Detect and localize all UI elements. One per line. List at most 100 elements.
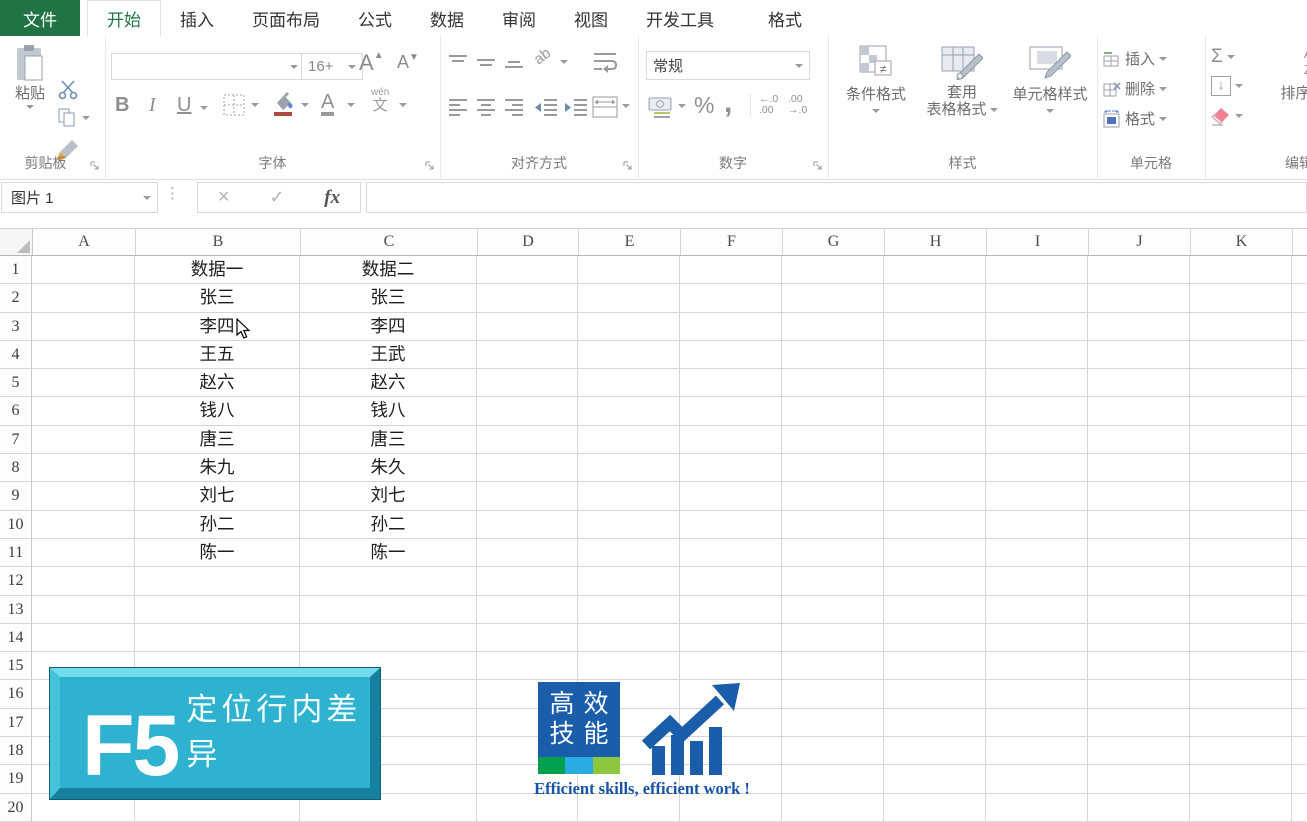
cell-F2[interactable] bbox=[680, 284, 782, 312]
cell-B8[interactable]: 朱九 bbox=[135, 454, 300, 482]
cell-I15[interactable] bbox=[986, 652, 1088, 680]
cell-I8[interactable] bbox=[986, 454, 1088, 482]
fill-dropdown[interactable] bbox=[1235, 84, 1243, 88]
row-header-8[interactable]: 8 bbox=[0, 454, 32, 482]
number-dialog-launcher-icon[interactable] bbox=[813, 161, 823, 171]
cell-partial-6[interactable] bbox=[1292, 397, 1306, 425]
cell-H14[interactable] bbox=[884, 624, 986, 652]
percent-button[interactable]: % bbox=[694, 92, 714, 119]
cell-styles-button[interactable]: 单元格样式 bbox=[1006, 44, 1094, 113]
cell-I20[interactable] bbox=[986, 794, 1088, 822]
row-header-14[interactable]: 14 bbox=[0, 624, 32, 652]
row-header-2[interactable]: 2 bbox=[0, 284, 32, 312]
cell-B14[interactable] bbox=[135, 624, 300, 652]
cell-I7[interactable] bbox=[986, 426, 1088, 454]
cell-partial-11[interactable] bbox=[1292, 539, 1306, 567]
cell-partial-12[interactable] bbox=[1292, 567, 1306, 595]
paste-button[interactable]: 粘贴 bbox=[8, 44, 52, 109]
copy-button[interactable] bbox=[58, 108, 76, 128]
cell-F5[interactable] bbox=[680, 369, 782, 397]
cell-D13[interactable] bbox=[477, 596, 578, 624]
autosum-dropdown[interactable] bbox=[1227, 55, 1235, 59]
row-header-4[interactable]: 4 bbox=[0, 341, 32, 369]
cell-G14[interactable] bbox=[782, 624, 884, 652]
cell-H13[interactable] bbox=[884, 596, 986, 624]
cell-K18[interactable] bbox=[1190, 737, 1292, 765]
cell-A6[interactable] bbox=[32, 397, 135, 425]
cell-E12[interactable] bbox=[578, 567, 680, 595]
row-header-15[interactable]: 15 bbox=[0, 652, 32, 680]
formula-bar-resize-handle[interactable]: ⋮ bbox=[165, 184, 180, 202]
cell-A11[interactable] bbox=[32, 539, 135, 567]
cell-K14[interactable] bbox=[1190, 624, 1292, 652]
phonetic-button[interactable]: wén 文 bbox=[371, 88, 389, 113]
row-header-17[interactable]: 17 bbox=[0, 709, 32, 737]
clear-dropdown[interactable] bbox=[1235, 114, 1243, 118]
cell-partial-7[interactable] bbox=[1292, 426, 1306, 454]
row-header-5[interactable]: 5 bbox=[0, 369, 32, 397]
cell-B10[interactable]: 孙二 bbox=[135, 511, 300, 539]
delete-cells-dropdown[interactable] bbox=[1159, 87, 1167, 91]
cell-C14[interactable] bbox=[300, 624, 477, 652]
cell-D4[interactable] bbox=[477, 341, 578, 369]
cell-K5[interactable] bbox=[1190, 369, 1292, 397]
column-header-A[interactable]: A bbox=[33, 229, 136, 255]
cell-E2[interactable] bbox=[578, 284, 680, 312]
cell-J14[interactable] bbox=[1088, 624, 1190, 652]
autosum-button[interactable]: Σ bbox=[1211, 46, 1235, 68]
cell-A4[interactable] bbox=[32, 341, 135, 369]
align-bottom-icon[interactable] bbox=[504, 54, 524, 70]
cell-K4[interactable] bbox=[1190, 341, 1292, 369]
cell-H9[interactable] bbox=[884, 482, 986, 510]
borders-icon[interactable] bbox=[223, 94, 245, 116]
ribbon-tab-格式[interactable]: 格式 bbox=[749, 0, 821, 36]
fill-button[interactable]: ↓ bbox=[1211, 76, 1243, 96]
row-header-13[interactable]: 13 bbox=[0, 596, 32, 624]
cell-K8[interactable] bbox=[1190, 454, 1292, 482]
cell-C12[interactable] bbox=[300, 567, 477, 595]
enter-button[interactable]: ✓ bbox=[269, 187, 284, 208]
cell-C4[interactable]: 王武 bbox=[300, 341, 477, 369]
cell-F10[interactable] bbox=[680, 511, 782, 539]
font-name-combo[interactable] bbox=[111, 53, 305, 80]
format-as-table-button[interactable]: 套用 表格格式 bbox=[920, 44, 1004, 118]
cell-partial-1[interactable] bbox=[1292, 256, 1306, 284]
cell-I18[interactable] bbox=[986, 737, 1088, 765]
cell-H12[interactable] bbox=[884, 567, 986, 595]
name-box[interactable]: 图片 1 bbox=[1, 182, 158, 213]
cell-F7[interactable] bbox=[680, 426, 782, 454]
cell-J16[interactable] bbox=[1088, 680, 1190, 708]
cell-C2[interactable]: 张三 bbox=[300, 284, 477, 312]
cut-icon[interactable] bbox=[58, 80, 80, 100]
cell-partial-5[interactable] bbox=[1292, 369, 1306, 397]
align-center-icon[interactable] bbox=[476, 98, 496, 116]
cell-K6[interactable] bbox=[1190, 397, 1292, 425]
sort-filter-button[interactable]: A Z 排序和筛选 bbox=[1253, 44, 1307, 120]
increase-decimal-button[interactable]: ←.0 .00 bbox=[750, 94, 778, 116]
cell-D9[interactable] bbox=[477, 482, 578, 510]
cell-D12[interactable] bbox=[477, 567, 578, 595]
cell-partial-17[interactable] bbox=[1292, 709, 1306, 737]
increase-indent-icon[interactable] bbox=[564, 98, 588, 116]
column-header-partial[interactable] bbox=[1293, 229, 1307, 255]
cell-I12[interactable] bbox=[986, 567, 1088, 595]
cell-partial-20[interactable] bbox=[1292, 794, 1306, 822]
cell-partial-13[interactable] bbox=[1292, 596, 1306, 624]
cell-H7[interactable] bbox=[884, 426, 986, 454]
cell-A3[interactable] bbox=[32, 313, 135, 341]
fill-color-icon[interactable] bbox=[271, 91, 295, 117]
cell-partial-14[interactable] bbox=[1292, 624, 1306, 652]
cell-J5[interactable] bbox=[1088, 369, 1190, 397]
cell-I13[interactable] bbox=[986, 596, 1088, 624]
cell-C9[interactable]: 刘七 bbox=[300, 482, 477, 510]
cell-H10[interactable] bbox=[884, 511, 986, 539]
cell-K10[interactable] bbox=[1190, 511, 1292, 539]
cell-G13[interactable] bbox=[782, 596, 884, 624]
cell-J20[interactable] bbox=[1088, 794, 1190, 822]
ribbon-tab-数据[interactable]: 数据 bbox=[411, 0, 483, 36]
cell-partial-18[interactable] bbox=[1292, 737, 1306, 765]
format-cells-dropdown[interactable] bbox=[1159, 117, 1167, 121]
ribbon-tab-开始[interactable]: 开始 bbox=[87, 0, 161, 36]
cell-C5[interactable]: 赵六 bbox=[300, 369, 477, 397]
cell-D7[interactable] bbox=[477, 426, 578, 454]
